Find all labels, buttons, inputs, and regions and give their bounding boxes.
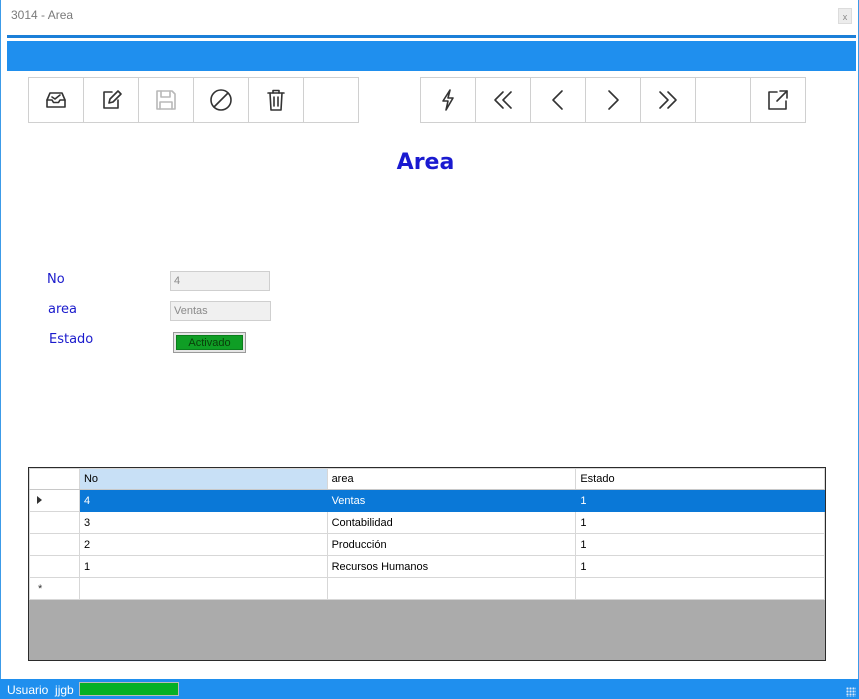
- cell-no[interactable]: 1: [78, 555, 328, 578]
- toolbar-navigation: [420, 77, 806, 123]
- area-field[interactable]: Ventas: [170, 301, 271, 321]
- estado-value: Activado: [176, 335, 243, 350]
- estado-label: Estado: [49, 332, 94, 347]
- toolbar-empty-slot: [695, 77, 751, 123]
- row-header[interactable]: [29, 533, 80, 556]
- window-title: 3014 - Area: [11, 8, 74, 22]
- inbox-icon: [46, 92, 66, 108]
- new-cell-no[interactable]: [78, 577, 328, 600]
- title-bar: 3014 - Area x: [1, 0, 858, 32]
- estado-toggle[interactable]: Activado: [173, 332, 246, 353]
- grid-corner-header[interactable]: [29, 468, 80, 490]
- new-row-header[interactable]: *: [29, 577, 80, 600]
- user-label: Usuario: [7, 683, 49, 697]
- edit-button[interactable]: [83, 77, 139, 123]
- no-field[interactable]: 4: [170, 271, 270, 291]
- area-label: area: [48, 302, 77, 317]
- previous-record-button[interactable]: [530, 77, 586, 123]
- user-name: jjgb: [55, 683, 74, 697]
- table-row[interactable]: 2 Producción 1: [29, 533, 825, 556]
- next-icon: [608, 90, 619, 110]
- toolbar-empty-slot: [303, 77, 359, 123]
- delete-icon: [267, 89, 285, 111]
- user-status: Usuario jjgb: [7, 683, 74, 697]
- cell-estado[interactable]: 1: [575, 533, 825, 556]
- current-row-indicator-icon: [37, 496, 42, 504]
- cell-estado[interactable]: 1: [575, 489, 825, 512]
- cell-area[interactable]: Producción: [326, 533, 577, 556]
- next-record-button[interactable]: [585, 77, 641, 123]
- new-cell-area[interactable]: [326, 577, 577, 600]
- last-icon: [659, 91, 677, 109]
- previous-icon: [552, 90, 563, 110]
- export-icon: [768, 90, 788, 110]
- page-title: Area: [396, 150, 455, 175]
- export-button[interactable]: [750, 77, 806, 123]
- execute-button[interactable]: [420, 77, 476, 123]
- delete-button[interactable]: [248, 77, 304, 123]
- save-button[interactable]: [138, 77, 194, 123]
- no-label: No: [47, 272, 65, 287]
- column-header-estado[interactable]: Estado: [575, 468, 825, 490]
- data-grid[interactable]: No area Estado 4 Ventas 1 3 Contabilidad…: [28, 467, 826, 661]
- cell-area[interactable]: Contabilidad: [326, 511, 577, 534]
- column-header-no[interactable]: No: [78, 468, 328, 490]
- cell-area[interactable]: Recursos Humanos: [326, 555, 577, 578]
- inbox-button[interactable]: [28, 77, 84, 123]
- cell-estado[interactable]: 1: [575, 555, 825, 578]
- header-accent-bar: [7, 35, 856, 71]
- grid-header-row: No area Estado: [29, 468, 825, 490]
- last-record-button[interactable]: [640, 77, 696, 123]
- cancel-button[interactable]: [193, 77, 249, 123]
- cell-no[interactable]: 3: [78, 511, 328, 534]
- close-button[interactable]: x: [838, 8, 852, 24]
- column-header-area[interactable]: area: [326, 468, 577, 490]
- table-row[interactable]: 3 Contabilidad 1: [29, 511, 825, 534]
- resize-grip-icon[interactable]: [846, 687, 856, 697]
- first-icon: [494, 91, 512, 109]
- edit-icon: [103, 90, 122, 109]
- toolbar-actions: [28, 77, 359, 123]
- cancel-icon: [210, 89, 232, 111]
- new-cell-estado[interactable]: [575, 577, 825, 600]
- main-window: 3014 - Area x Area No 4 area Ventas Esta…: [0, 0, 859, 699]
- grid-table: No area Estado 4 Ventas 1 3 Contabilidad…: [29, 468, 825, 600]
- lightning-icon: [442, 89, 454, 111]
- status-bar: Usuario jjgb: [0, 679, 859, 699]
- new-row[interactable]: *: [29, 577, 825, 600]
- new-row-marker-icon: *: [38, 582, 43, 595]
- cell-no[interactable]: 2: [78, 533, 328, 556]
- cell-no[interactable]: 4: [78, 489, 328, 512]
- row-header[interactable]: [29, 555, 80, 578]
- cell-estado[interactable]: 1: [575, 511, 825, 534]
- table-row[interactable]: 4 Ventas 1: [29, 489, 825, 512]
- first-record-button[interactable]: [475, 77, 531, 123]
- cell-area[interactable]: Ventas: [326, 489, 577, 512]
- status-progress-bar: [79, 682, 179, 696]
- save-icon: [156, 90, 176, 110]
- row-header[interactable]: [29, 511, 80, 534]
- status-progress-fill: [80, 683, 178, 695]
- table-row[interactable]: 1 Recursos Humanos 1: [29, 555, 825, 578]
- row-header-current[interactable]: [29, 489, 80, 512]
